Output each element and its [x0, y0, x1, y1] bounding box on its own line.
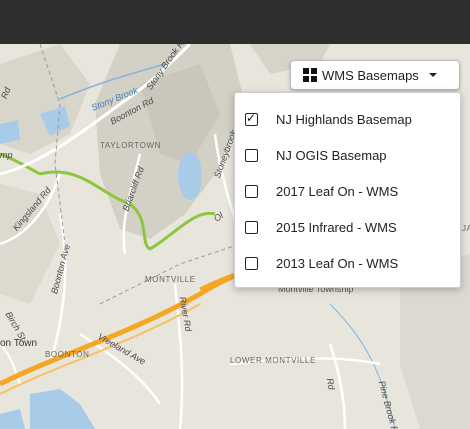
basemap-option-label: 2017 Leaf On - WMS [276, 183, 399, 199]
map-label-mp: mp [0, 150, 13, 160]
basemap-option-2015-infrared[interactable]: 2015 Infrared - WMS [235, 209, 460, 245]
checkbox-icon[interactable] [245, 220, 258, 234]
map-label-montville: MONTVILLE [145, 275, 196, 284]
grid-icon [303, 68, 317, 82]
top-bar [0, 0, 470, 44]
map-label-lower-montville: LOWER MONTVILLE [230, 356, 316, 365]
basemap-option-label: 2015 Infrared - WMS [276, 219, 397, 235]
basemap-option-2013-leaf-on[interactable]: 2013 Leaf On - WMS [235, 245, 460, 281]
caret-down-icon [428, 73, 437, 77]
map-label-river-rd-2: Rd [324, 377, 337, 391]
basemap-option-nj-highlands[interactable]: ✓ NJ Highlands Basemap [235, 101, 460, 137]
map-label-jacksonville: JACKSONVI [462, 224, 470, 233]
checkbox-icon[interactable] [245, 184, 258, 198]
basemap-dropdown-menu: ✓ NJ Highlands Basemap NJ OGIS Basemap 2… [234, 92, 461, 288]
basemap-option-nj-ogis[interactable]: NJ OGIS Basemap [235, 137, 460, 173]
map-label-taylortown: TAYLORTOWN [100, 141, 161, 150]
checkbox-checked-icon[interactable]: ✓ [245, 111, 258, 126]
checkbox-icon[interactable] [245, 256, 258, 270]
wms-basemaps-button[interactable]: WMS Basemaps [290, 60, 460, 90]
map-label-boonton: BOONTON [45, 350, 90, 359]
basemap-option-label: 2013 Leaf On - WMS [276, 255, 399, 271]
checkbox-icon[interactable] [245, 148, 258, 162]
basemap-option-label: NJ OGIS Basemap [276, 147, 387, 163]
map-label-boonton-town: on Town [0, 338, 38, 349]
basemap-option-2017-leaf-on[interactable]: 2017 Leaf On - WMS [235, 173, 460, 209]
wms-basemaps-label: WMS Basemaps [322, 67, 419, 83]
basemap-option-label: NJ Highlands Basemap [276, 111, 412, 127]
